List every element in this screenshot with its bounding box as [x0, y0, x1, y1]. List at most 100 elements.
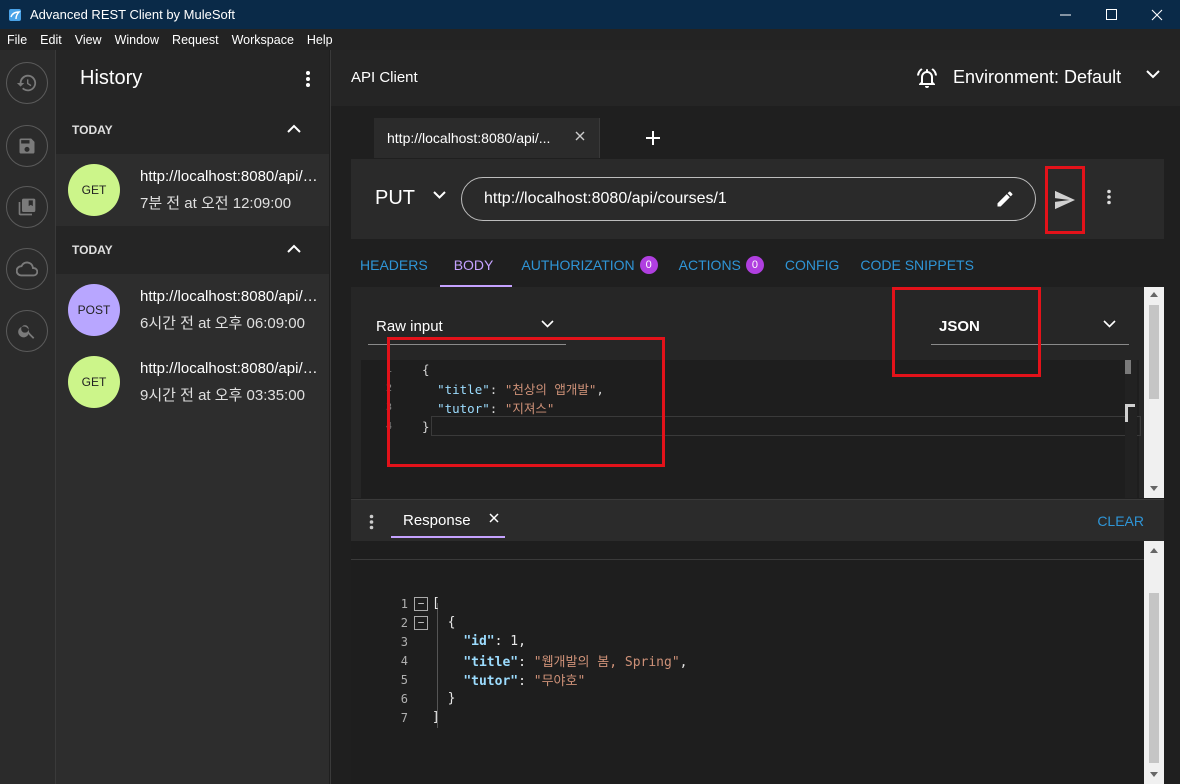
request-bar: PUT http://localhost:8080/api/courses/1 [351, 159, 1164, 239]
chevron-up-icon [287, 244, 301, 253]
more-vert-icon[interactable] [305, 70, 311, 88]
line-number: 5 [400, 672, 408, 687]
add-icon [646, 131, 660, 145]
scrollbar-thumb[interactable] [1149, 593, 1159, 763]
tab-code-snippets[interactable]: CODE SNIPPETS [851, 242, 983, 287]
chevron-up-icon [287, 124, 301, 133]
code-line: [ [432, 596, 440, 611]
history-item[interactable]: GET http://localhost:8080/api/courses/1 … [56, 154, 329, 226]
close-window-button[interactable] [1134, 0, 1180, 29]
chevron-down-icon[interactable] [1103, 320, 1116, 328]
fold-toggle[interactable]: − [414, 615, 428, 630]
editor-type-selector[interactable]: Raw input [376, 318, 443, 335]
history-group-label: TODAY [72, 243, 113, 257]
tab-actions[interactable]: ACTIONS 0 [670, 242, 773, 287]
history-item-time: 6시간 전 at 오후 06:09:00 [140, 314, 305, 332]
menu-edit[interactable]: Edit [33, 33, 68, 47]
method-selector[interactable]: PUT [375, 187, 415, 210]
menu-file[interactable]: File [0, 33, 33, 47]
line-number: 4 [400, 653, 408, 668]
pencil-icon[interactable] [995, 189, 1015, 209]
history-item-time: 9시간 전 at 오후 03:35:00 [140, 386, 305, 404]
minimize-button[interactable] [1042, 0, 1088, 29]
code-line: "tutor": "무야호" [463, 674, 586, 689]
response-bar: Response CLEAR [351, 499, 1164, 541]
rail-library-button[interactable] [6, 186, 48, 228]
rail-saved-button[interactable] [6, 125, 48, 167]
fold-toggle[interactable]: − [414, 596, 428, 611]
more-vert-icon[interactable] [369, 514, 374, 530]
menu-view[interactable]: View [68, 33, 108, 47]
tab-label: CODE SNIPPETS [860, 256, 974, 273]
json-value: "무야호" [533, 674, 586, 689]
menu-help[interactable]: Help [300, 33, 339, 47]
line-number: 2 [400, 615, 408, 630]
rail-search-button[interactable] [6, 310, 48, 352]
bell-icon[interactable] [915, 66, 939, 90]
line-number: 7 [400, 710, 408, 725]
tab-config[interactable]: CONFIG [776, 242, 848, 287]
close-icon[interactable] [489, 513, 499, 523]
response-scrollbar[interactable] [1144, 541, 1164, 784]
tab-label: AUTHORIZATION [521, 256, 635, 273]
scrollbar-thumb[interactable] [1149, 305, 1159, 399]
json-key: "title" [463, 655, 519, 670]
search-icon [18, 325, 35, 339]
menu-workspace[interactable]: Workspace [225, 33, 300, 47]
chevron-down-icon[interactable] [1146, 70, 1160, 79]
tab-label: BODY [453, 256, 494, 273]
environment-selector[interactable]: Environment: Default [953, 67, 1121, 88]
annotation-box-body [387, 337, 665, 467]
menu-window[interactable]: Window [108, 33, 165, 47]
history-group-header[interactable]: TODAY [56, 106, 329, 154]
nav-rail [0, 50, 56, 784]
history-item[interactable]: GET http://localhost:8080/api/courses 9시… [56, 346, 329, 418]
rail-cloud-button[interactable] [6, 248, 48, 290]
app-title: API Client [351, 69, 418, 86]
editor-minimap[interactable] [1125, 360, 1137, 498]
maximize-button[interactable] [1088, 0, 1134, 29]
rail-history-button[interactable] [6, 62, 48, 104]
line-number: 6 [400, 691, 408, 706]
request-tab[interactable]: http://localhost:8080/api/... [374, 118, 600, 158]
request-tabs: http://localhost:8080/api/... [374, 118, 668, 158]
url-text: http://localhost:8080/api/courses/1 [484, 190, 727, 207]
annotation-box-content-type [892, 287, 1041, 377]
send-icon [1055, 190, 1075, 210]
clear-button[interactable]: CLEAR [1097, 513, 1144, 529]
method-badge: POST [68, 284, 120, 336]
close-tab-icon[interactable] [575, 131, 585, 141]
save-icon [19, 138, 35, 154]
code-line: ] [432, 710, 440, 725]
body-scrollbar[interactable] [1144, 287, 1164, 498]
history-header: History [56, 50, 329, 106]
history-item[interactable]: POST http://localhost:8080/api/courses 6… [56, 274, 329, 346]
chevron-down-icon[interactable] [541, 320, 554, 328]
request-tab-label: http://localhost:8080/api/... [387, 130, 551, 146]
history-item-time: 7분 전 at 오전 12:09:00 [140, 194, 292, 212]
chevron-down-icon[interactable] [433, 191, 446, 199]
history-group-header[interactable]: TODAY [56, 226, 329, 274]
tab-headers[interactable]: HEADERS [351, 242, 437, 287]
tab-authorization[interactable]: AUTHORIZATION 0 [512, 242, 666, 287]
url-input[interactable]: http://localhost:8080/api/courses/1 [461, 177, 1036, 221]
history-item-url: http://localhost:8080/api/courses [140, 359, 318, 377]
method-badge: GET [68, 356, 120, 408]
menu-bar: File Edit View Window Request Workspace … [0, 29, 1180, 50]
json-key: "tutor" [463, 674, 519, 689]
add-tab-button[interactable] [638, 118, 668, 158]
menu-request[interactable]: Request [165, 33, 225, 47]
count-badge: 0 [639, 255, 658, 274]
send-button[interactable] [1045, 166, 1085, 234]
method-badge: GET [68, 164, 120, 216]
more-vert-icon[interactable] [1106, 189, 1112, 205]
tab-body[interactable]: BODY [439, 242, 513, 287]
library-icon [18, 198, 36, 216]
response-tab[interactable]: Response [391, 500, 505, 538]
line-number: 1 [400, 596, 408, 611]
json-key: "id" [463, 634, 495, 649]
json-value: "웹개발의 봄, Spring" [533, 655, 680, 670]
code-line: } [432, 691, 456, 706]
window-title: Advanced REST Client by MuleSoft [30, 7, 235, 22]
history-title: History [80, 66, 143, 89]
